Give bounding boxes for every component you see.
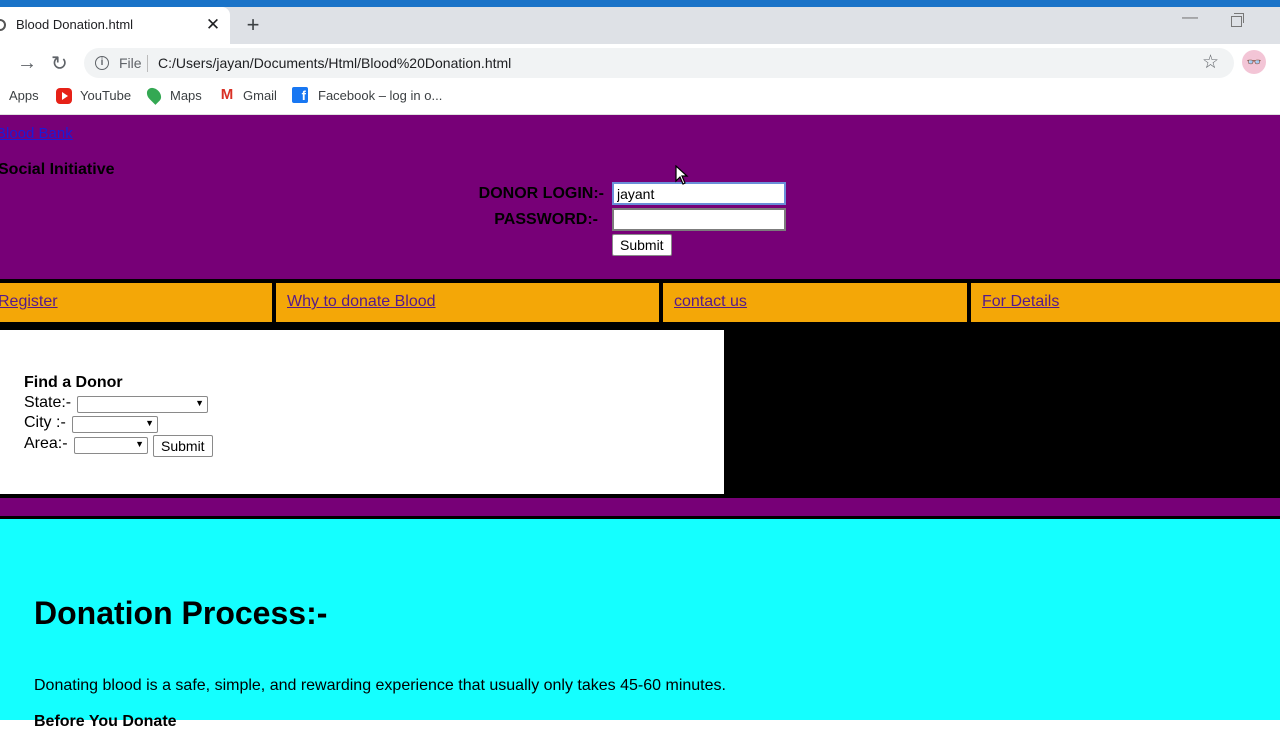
bookmark-star-icon[interactable]: ☆ (1202, 51, 1219, 74)
youtube-icon (56, 88, 72, 104)
find-donor-title: Find a Donor (24, 374, 123, 391)
area-label: Area:- (24, 435, 68, 452)
state-select[interactable] (77, 396, 208, 413)
donation-process-section: Donation Process:- Donating blood is a s… (0, 519, 1280, 730)
before-you-donate-heading: Before You Donate (34, 713, 177, 730)
forward-arrow-icon[interactable]: → (17, 52, 37, 75)
nav-bar: Register Why to donate Blood contact us … (0, 279, 1280, 324)
nav-link-why-donate[interactable]: Why to donate Blood (287, 293, 436, 311)
browser-tab[interactable]: Blood Donation.html ✕ (0, 7, 230, 44)
nav-item-contact: contact us (663, 283, 967, 322)
tab-close-icon[interactable]: ✕ (204, 14, 222, 36)
maps-icon (144, 85, 164, 105)
url-separator (147, 55, 148, 72)
nav-item-details: For Details (971, 283, 1280, 322)
area-select[interactable] (74, 437, 148, 454)
bookmark-youtube[interactable]: YouTube (80, 88, 131, 103)
address-bar[interactable]: i File C:/Users/jayan/Documents/Html/Blo… (84, 48, 1234, 78)
nav-link-contact[interactable]: contact us (674, 293, 747, 311)
bookmark-gmail[interactable]: Gmail (243, 88, 277, 103)
state-label: State:- (24, 394, 72, 411)
donor-login-input[interactable] (612, 182, 786, 205)
header-subtitle: Social Initiative (0, 161, 115, 178)
find-donor-panel: Find a Donor State:- City :- Area:- Subm… (0, 330, 724, 494)
tab-favicon-icon (0, 19, 6, 31)
purple-divider (0, 498, 1280, 519)
find-donor-submit-button[interactable]: Submit (153, 435, 213, 457)
gmail-icon: M (220, 86, 234, 103)
reload-icon[interactable]: ↻ (51, 51, 68, 76)
bookmark-maps[interactable]: Maps (170, 88, 202, 103)
donation-process-heading: Donation Process:- (34, 595, 328, 631)
new-tab-button[interactable]: + (243, 14, 263, 36)
bookmarks-bar: Apps YouTube Maps M Gmail f Facebook – l… (0, 82, 1280, 115)
city-select[interactable] (72, 416, 158, 433)
url-text[interactable]: C:/Users/jayan/Documents/Html/Blood%20Do… (158, 55, 511, 71)
url-scheme: File (119, 55, 142, 71)
login-submit-button[interactable]: Submit (612, 234, 672, 256)
window-top-strip (0, 0, 1280, 7)
tab-title: Blood Donation.html (16, 17, 134, 32)
nav-item-register: Register (0, 283, 272, 322)
nav-item-why-donate: Why to donate Blood (276, 283, 659, 322)
profile-avatar-icon[interactable]: 👓 (1242, 50, 1266, 74)
browser-toolbar: → ↻ i File C:/Users/jayan/Documents/Html… (0, 44, 1280, 82)
logo-link[interactable]: Blood Bank (0, 125, 73, 142)
city-label: City :- (24, 414, 66, 431)
password-label: PASSWORD:- (494, 211, 598, 228)
facebook-icon: f (292, 87, 308, 103)
nav-link-register[interactable]: Register (0, 293, 58, 311)
password-input[interactable] (612, 208, 786, 231)
donor-login-label: DONOR LOGIN:- (478, 185, 604, 202)
page-header: Blood Bank Social Initiative DONOR LOGIN… (0, 115, 1280, 279)
minimize-icon[interactable]: — (1182, 9, 1198, 27)
middle-section: Find a Donor State:- City :- Area:- Subm… (0, 324, 1280, 498)
web-page: Blood Bank Social Initiative DONOR LOGIN… (0, 115, 1280, 730)
bookmark-facebook[interactable]: Facebook – log in o... (318, 88, 442, 103)
restore-icon[interactable] (1231, 13, 1244, 27)
info-icon[interactable]: i (95, 56, 109, 70)
donation-process-intro: Donating blood is a safe, simple, and re… (34, 677, 726, 694)
tab-bar: Blood Donation.html ✕ + — (0, 7, 1280, 44)
nav-link-details[interactable]: For Details (982, 293, 1059, 311)
bookmark-apps[interactable]: Apps (9, 88, 39, 103)
